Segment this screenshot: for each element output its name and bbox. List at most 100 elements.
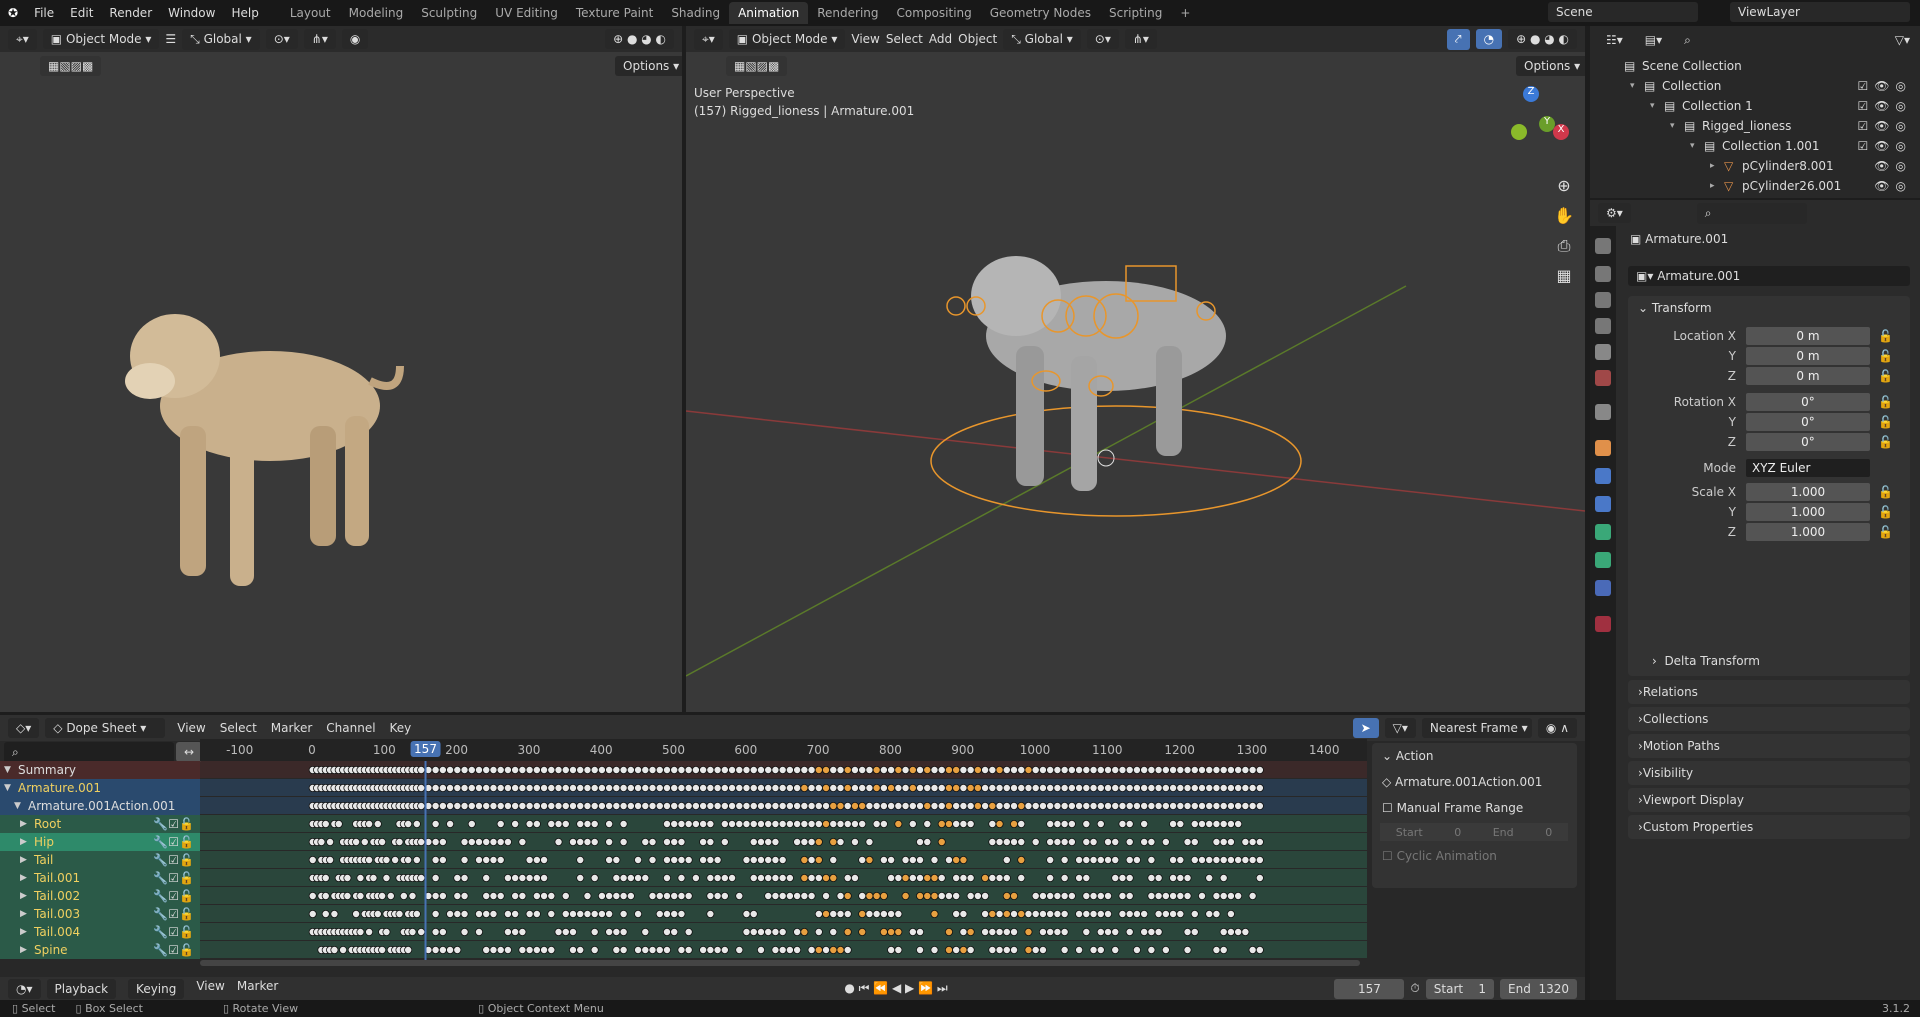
keyframe[interactable]	[1060, 891, 1069, 900]
disclosure-triangle-icon[interactable]: ▾	[1670, 121, 1684, 131]
keyframe[interactable]	[677, 783, 686, 792]
keyframe[interactable]	[662, 766, 671, 774]
menu-keying[interactable]: Keying	[128, 978, 185, 999]
menu-marker[interactable]: Marker	[271, 721, 312, 735]
keyframe[interactable]	[330, 909, 339, 918]
channel-tail[interactable]: ▶ Tail 🔧☑🔓	[0, 851, 200, 869]
keyframe[interactable]	[1089, 945, 1098, 954]
keyframe[interactable]	[843, 927, 852, 936]
keyframe[interactable]	[735, 820, 744, 829]
keyframe[interactable]	[1060, 945, 1069, 954]
menu-key[interactable]: Key	[390, 721, 412, 735]
keyframe[interactable]	[1198, 820, 1207, 829]
keyframe[interactable]	[453, 891, 462, 900]
keyframe[interactable]	[1017, 766, 1026, 774]
keyframe[interactable]	[378, 891, 387, 900]
keyframe[interactable]	[1053, 820, 1062, 829]
keyframe[interactable]	[908, 927, 917, 936]
keyframe[interactable]	[648, 838, 657, 847]
keyframe[interactable]	[778, 766, 787, 774]
keyframe[interactable]	[399, 891, 408, 900]
keyframe[interactable]	[800, 820, 809, 829]
keyframe[interactable]	[865, 783, 874, 792]
keyframe[interactable]	[395, 838, 404, 847]
editor-type-button[interactable]: ⚙▾	[1598, 203, 1631, 223]
keyframe[interactable]	[619, 820, 628, 829]
keyframe[interactable]	[1082, 838, 1091, 847]
grid-icon[interactable]: ▦	[1552, 261, 1576, 291]
keyframe[interactable]	[872, 802, 881, 811]
keyframe[interactable]	[988, 783, 997, 792]
expand-triangle-icon[interactable]: ▶	[20, 873, 34, 883]
camera-icon[interactable]: ⎙	[1552, 231, 1576, 261]
expand-triangle-icon[interactable]: ▼	[14, 801, 28, 811]
keyframe[interactable]	[916, 856, 925, 865]
keyframe[interactable]	[343, 891, 352, 900]
keyframe[interactable]	[1125, 927, 1134, 936]
panel-relations[interactable]: › Relations	[1628, 680, 1910, 704]
keyframe[interactable]	[843, 945, 852, 954]
keyframe[interactable]	[503, 766, 512, 774]
keyframe[interactable]	[1140, 783, 1149, 792]
keyframe[interactable]	[995, 909, 1004, 918]
keyframe[interactable]	[540, 945, 549, 954]
keyframe[interactable]	[532, 909, 541, 918]
keyframe[interactable]	[973, 802, 982, 811]
keyframe[interactable]	[1096, 820, 1105, 829]
outliner-item[interactable]: ▾ ▤ Rigged_lioness ☑👁◎	[1590, 116, 1920, 136]
keyframe[interactable]	[547, 802, 556, 811]
keyframe[interactable]	[981, 927, 990, 936]
keyframe[interactable]	[1002, 838, 1011, 847]
keyframe[interactable]	[1176, 856, 1185, 865]
keyframe[interactable]	[1031, 838, 1040, 847]
keyframe[interactable]	[785, 874, 794, 883]
keyframe[interactable]	[764, 820, 773, 829]
keyframe[interactable]	[706, 783, 715, 792]
keyframe[interactable]	[532, 802, 541, 811]
keyframe[interactable]	[496, 766, 505, 774]
keyframe[interactable]	[1176, 874, 1185, 883]
keyframe[interactable]	[518, 891, 527, 900]
keyframe[interactable]	[532, 820, 541, 829]
keyframe[interactable]	[554, 838, 563, 847]
options-button[interactable]: Options ▾	[615, 56, 682, 76]
keyframe[interactable]	[417, 874, 426, 883]
keyframe[interactable]	[489, 766, 498, 774]
keyframe[interactable]	[597, 783, 606, 792]
keyframe[interactable]	[1248, 838, 1257, 847]
keyframe[interactable]	[619, 838, 628, 847]
keyframe[interactable]	[901, 783, 910, 792]
keyframe[interactable]	[1038, 802, 1047, 811]
keyframe[interactable]	[634, 802, 643, 811]
keyframe[interactable]	[1183, 927, 1192, 936]
keyframe[interactable]	[901, 802, 910, 811]
keyframe[interactable]	[843, 766, 852, 774]
keyframe[interactable]	[691, 820, 700, 829]
keyframe[interactable]	[619, 802, 628, 811]
keyframe[interactable]	[742, 783, 751, 792]
keyframe[interactable]	[858, 820, 867, 829]
keyframe[interactable]	[1060, 909, 1069, 918]
object-tab-icon[interactable]	[1595, 440, 1611, 456]
keyframe[interactable]	[1219, 891, 1228, 900]
keyframe[interactable]	[1255, 838, 1264, 847]
keyframe[interactable]	[930, 856, 939, 865]
keyframe[interactable]	[547, 909, 556, 918]
channel-search-input[interactable]: ⌕	[4, 742, 174, 763]
keyframe[interactable]	[1161, 783, 1170, 792]
stopwatch-icon[interactable]: ⏱	[1410, 981, 1419, 996]
keyframe[interactable]	[619, 945, 628, 954]
keyframe[interactable]	[706, 874, 715, 883]
keyframe[interactable]	[937, 891, 946, 900]
keyframe[interactable]	[431, 820, 440, 829]
keyframe[interactable]	[511, 909, 520, 918]
keyframe[interactable]	[1067, 802, 1076, 811]
keyframe[interactable]	[771, 802, 780, 811]
keyframe[interactable]	[1038, 891, 1047, 900]
keyframe[interactable]	[619, 783, 628, 792]
keyframe[interactable]	[771, 891, 780, 900]
keyframe[interactable]	[1075, 909, 1084, 918]
navigation-gizmo[interactable]: Z Y X	[1491, 86, 1571, 176]
filter-icon[interactable]: ▽▾	[1384, 718, 1416, 738]
keyframe[interactable]	[1024, 802, 1033, 811]
